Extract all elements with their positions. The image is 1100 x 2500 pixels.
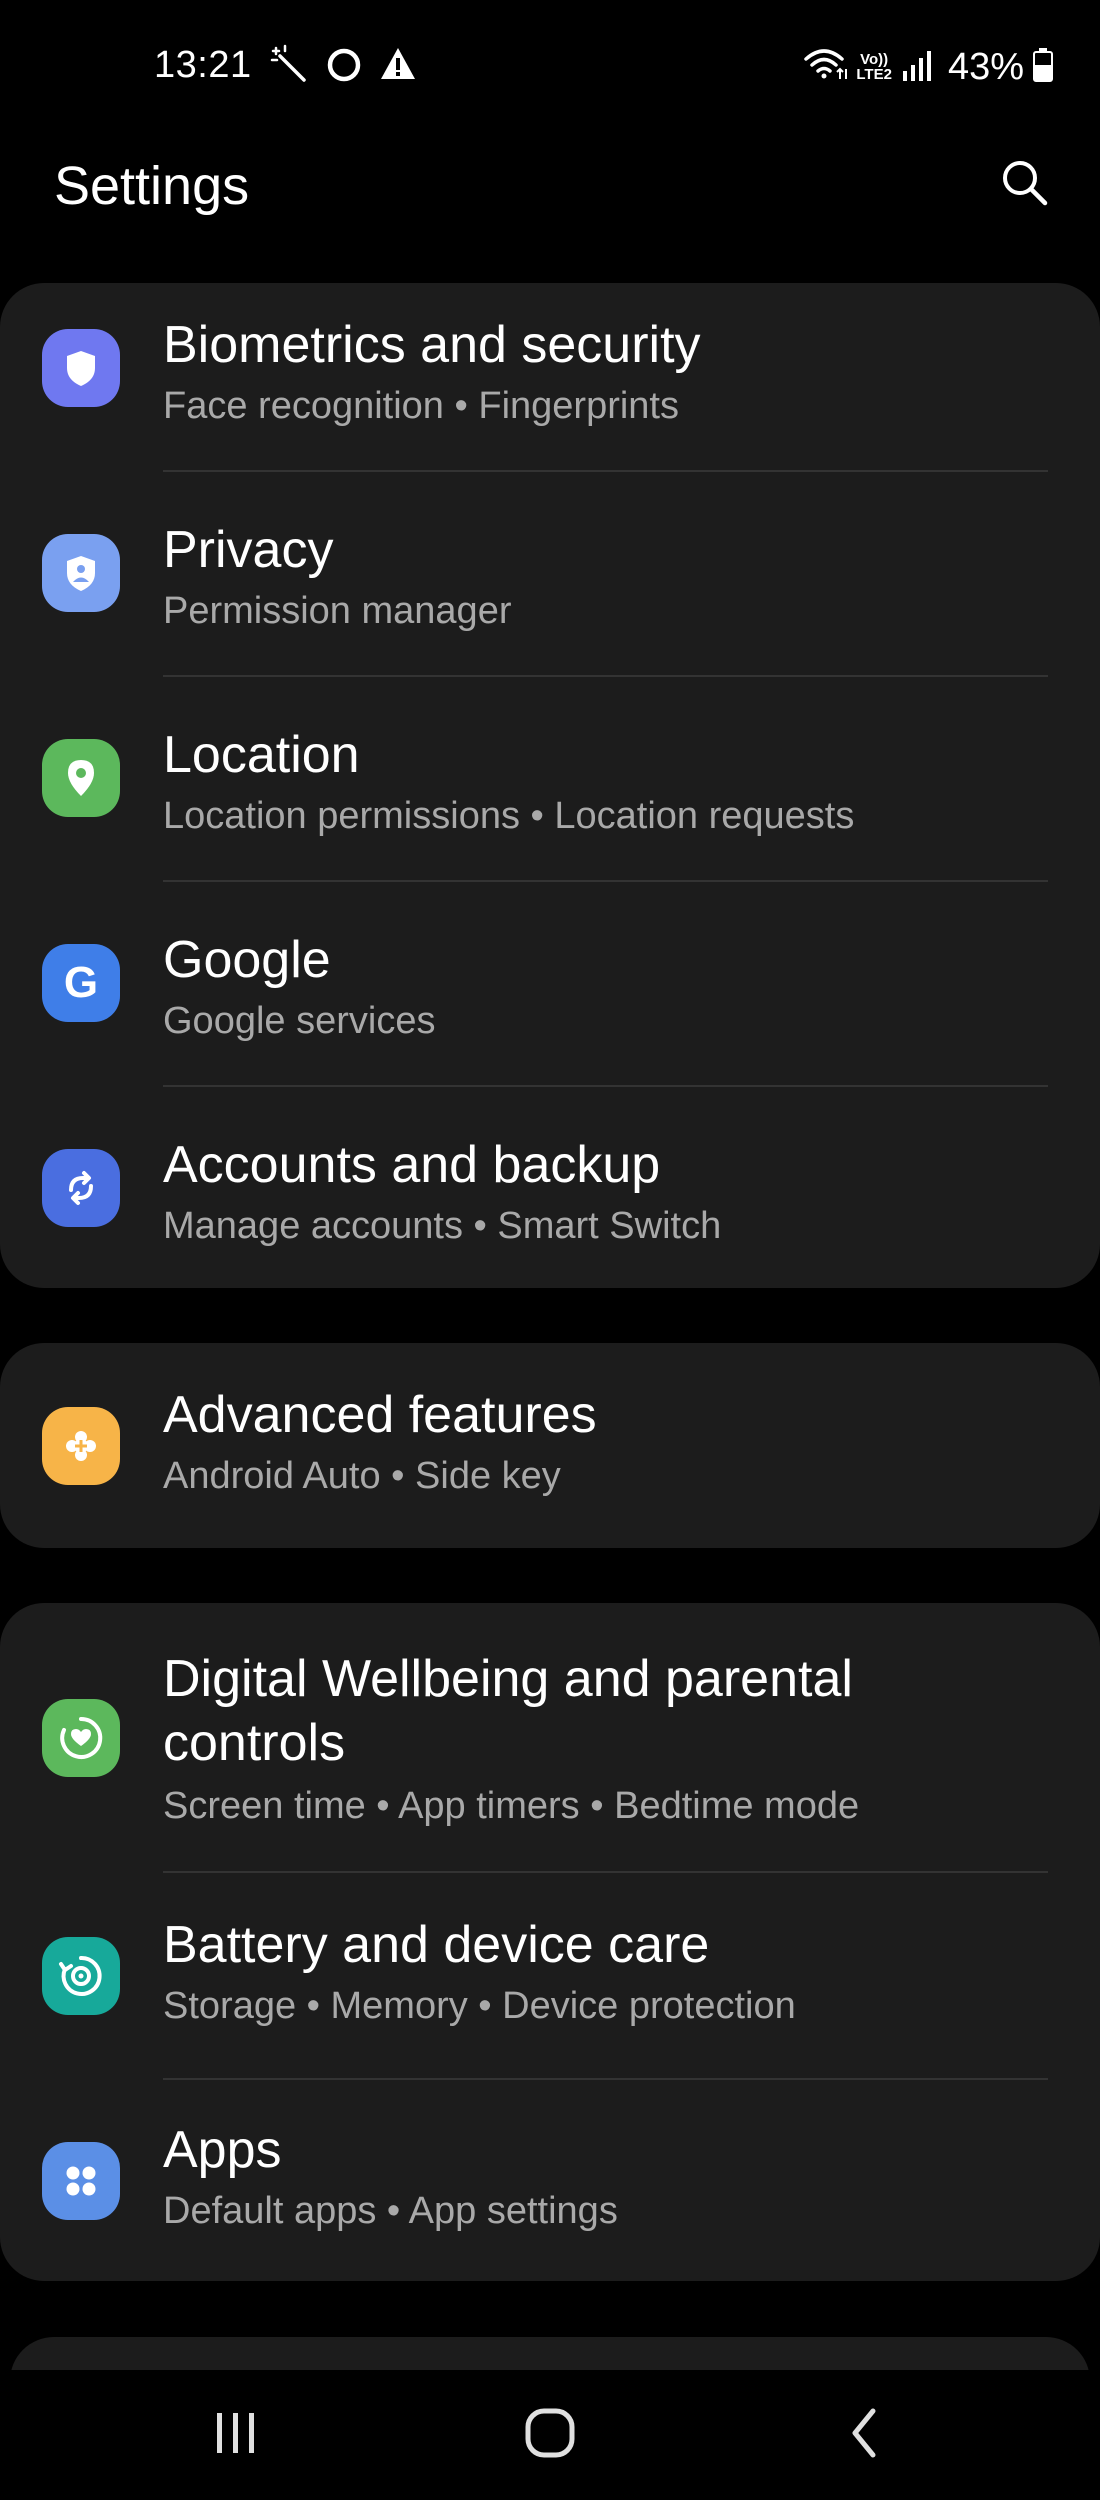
settings-item-title: Location — [163, 726, 360, 784]
settings-item-title: Advanced features — [163, 1386, 597, 1444]
privacy-shield-icon — [42, 534, 120, 612]
status-system-icons: Vo)) LTE2 43% — [802, 42, 1054, 92]
status-bar: 13:21 Vo)) LTE2 43% — [0, 0, 1100, 140]
battery-icon — [1032, 45, 1054, 90]
status-time: 13:21 — [154, 44, 252, 86]
settings-item-title: Biometrics and security — [163, 316, 701, 374]
settings-item-title: Google — [163, 931, 331, 989]
settings-item-subtitle: Screen time • App timers • Bedtime mode — [163, 1785, 860, 1827]
settings-item-subtitle: Manage accounts • Smart Switch — [163, 1205, 722, 1247]
settings-item-subtitle: Default apps • App settings — [163, 2190, 618, 2232]
settings-item-subtitle: Location permissions • Location requests — [163, 795, 855, 837]
google-icon: G — [42, 944, 120, 1022]
page-title: Settings — [54, 156, 250, 216]
divider — [163, 1085, 1048, 1087]
recents-button[interactable] — [155, 2370, 315, 2500]
settings-group-3: Digital Wellbeing and parental controls … — [0, 1603, 1100, 2281]
settings-item-title: Battery and device care — [163, 1916, 710, 1974]
settings-group-1: Biometrics and security Face recognition… — [0, 283, 1100, 1288]
settings-item-advanced-features[interactable]: Advanced features Android Auto • Side ke… — [0, 1343, 1100, 1548]
lte2-label: LTE2 — [856, 66, 892, 83]
wifi-icon — [802, 45, 848, 90]
home-icon — [520, 2403, 580, 2468]
battery-percent: 43% — [947, 45, 1024, 88]
heart-circle-icon — [42, 1699, 120, 1777]
divider — [163, 880, 1048, 882]
device-care-icon — [42, 1937, 120, 2015]
settings-item-privacy[interactable]: Privacy Permission manager — [0, 488, 1100, 693]
settings-group-2: Advanced features Android Auto • Side ke… — [0, 1343, 1100, 1548]
gear-plus-icon — [42, 1407, 120, 1485]
volte-label: Vo)) — [860, 51, 889, 68]
back-icon — [835, 2403, 895, 2468]
apps-grid-icon — [42, 2142, 120, 2220]
search-button[interactable] — [990, 150, 1060, 220]
divider — [163, 470, 1048, 472]
settings-item-title: Apps — [163, 2121, 282, 2179]
sync-icon — [42, 1149, 120, 1227]
settings-item-subtitle: Permission manager — [163, 590, 512, 632]
shield-icon — [42, 329, 120, 407]
settings-item-digital-wellbeing[interactable]: Digital Wellbeing and parental controls … — [0, 1603, 1100, 1871]
settings-item-location[interactable]: Location Location permissions • Location… — [0, 693, 1100, 898]
settings-item-subtitle: Google services — [163, 1000, 436, 1042]
circle-ring-icon — [324, 44, 364, 89]
settings-item-title: Privacy — [163, 521, 334, 579]
recents-icon — [205, 2403, 265, 2468]
settings-item-subtitle: Face recognition • Fingerprints — [163, 385, 679, 427]
back-button[interactable] — [785, 2370, 945, 2500]
magic-wand-icon — [270, 44, 310, 89]
settings-item-accounts-backup[interactable]: Accounts and backup Manage accounts • Sm… — [0, 1103, 1100, 1308]
home-button[interactable] — [470, 2370, 630, 2500]
divider — [163, 675, 1048, 677]
settings-item-subtitle: Android Auto • Side key — [163, 1455, 561, 1497]
location-pin-icon — [42, 739, 120, 817]
settings-item-biometrics[interactable]: Biometrics and security Face recognition… — [0, 283, 1100, 488]
settings-item-google[interactable]: G Google Google services — [0, 898, 1100, 1103]
settings-item-title: Accounts and backup — [163, 1136, 661, 1194]
settings-item-subtitle: Storage • Memory • Device protection — [163, 1985, 796, 2027]
signal-bars-icon — [900, 45, 934, 90]
warning-icon — [378, 44, 418, 89]
status-notification-icons — [270, 44, 418, 88]
settings-item-apps[interactable]: Apps Default apps • App settings — [0, 2078, 1100, 2283]
settings-item-battery-device-care[interactable]: Battery and device care Storage • Memory… — [0, 1873, 1100, 2078]
settings-item-title: Digital Wellbeing and parental controls — [163, 1650, 853, 1772]
navigation-bar — [0, 2370, 1100, 2500]
search-icon — [997, 155, 1053, 216]
volte-lte2-icon: Vo)) LTE2 — [856, 52, 892, 82]
